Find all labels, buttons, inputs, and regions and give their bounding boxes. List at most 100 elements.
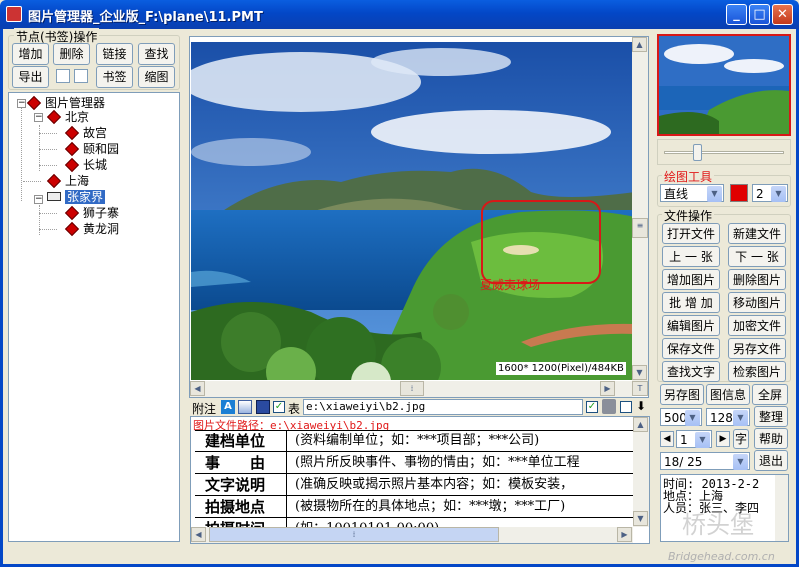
bookmark-tree[interactable]: − − − 图片管理器 北京 故宫 颐和园 长城 上海 张家界 狮子寨 黄龙洞 <box>8 92 180 542</box>
hscroll-thumb[interactable]: ⁞ <box>209 527 499 542</box>
find-node-button[interactable]: 查找 <box>138 43 175 65</box>
node-icon <box>64 141 80 157</box>
node-icon <box>26 95 42 111</box>
scroll-left-icon[interactable]: ◀ <box>190 381 205 396</box>
node-icon <box>46 173 62 189</box>
add-node-button[interactable]: 增加 <box>12 43 49 65</box>
move-image-button[interactable]: 移动图片 <box>728 292 786 313</box>
image-info-button[interactable]: 图信息 <box>706 384 750 405</box>
batch-add-button[interactable]: 批 增 加 <box>662 292 720 313</box>
delete-node-button[interactable]: 删除 <box>53 43 90 65</box>
new-file-button[interactable]: 新建文件 <box>728 223 786 244</box>
chevron-down-icon: ▼ <box>733 410 748 426</box>
font-icon[interactable]: A <box>221 400 235 414</box>
tree-item-zhangjiajie[interactable]: 张家界 <box>47 189 106 205</box>
thumbnail-preview[interactable] <box>657 34 791 136</box>
encrypt-file-button[interactable]: 加密文件 <box>728 315 786 336</box>
scroll-left-icon[interactable]: ◀ <box>191 527 206 542</box>
tree-item-shizizhai[interactable]: 狮子寨 <box>64 205 119 221</box>
search-image-button[interactable]: 检索图片 <box>728 361 786 382</box>
thumbnail-image <box>659 36 789 134</box>
node-icon <box>64 157 80 173</box>
tree-item-beijing[interactable]: 北京 <box>46 109 89 125</box>
height-select[interactable]: 1280 ▼ <box>706 408 750 426</box>
scroll-up-icon[interactable]: ▲ <box>633 417 648 432</box>
edit-image-button[interactable]: 编辑图片 <box>662 315 720 336</box>
scroll-down-icon[interactable]: ▼ <box>632 365 647 380</box>
tree-item-yiheyuan[interactable]: 颐和园 <box>64 141 119 157</box>
close-button[interactable]: ✕ <box>772 4 793 25</box>
watermark-cn: 桥头堡 <box>682 511 754 539</box>
prev-button[interactable]: 上 一 张 <box>662 246 720 267</box>
watermark-en: Bridgehead.com.cn <box>668 550 775 563</box>
scroll-right-icon[interactable]: ▶ <box>600 381 615 396</box>
record-row[interactable]: 建档单位 (资料编制单位；如：***项目部；***公司) <box>195 430 633 452</box>
extra-checkbox[interactable] <box>620 401 632 413</box>
counter-select[interactable]: 18/ 25 ▼ <box>660 452 750 470</box>
exit-button[interactable]: 退出 <box>754 450 788 471</box>
format-icon[interactable] <box>238 400 252 414</box>
node-icon <box>64 205 80 221</box>
collapse-beijing-icon[interactable]: − <box>34 113 43 122</box>
help-button[interactable]: 帮助 <box>754 428 788 449</box>
checkbox-2[interactable] <box>74 69 88 83</box>
open-file-button[interactable]: 打开文件 <box>662 223 720 244</box>
record-hscroll[interactable]: ◀ ⁞ ▶ <box>191 527 633 543</box>
scroll-right-icon[interactable]: ▶ <box>617 527 632 542</box>
tree-item-huanglongdong[interactable]: 黄龙洞 <box>64 221 119 237</box>
width-select[interactable]: 500 ▼ <box>660 408 702 426</box>
open-book-icon <box>47 192 61 201</box>
tree-item-gugong[interactable]: 故宫 <box>64 125 107 141</box>
page-select[interactable]: 1 ▼ <box>676 430 712 448</box>
table-checkbox[interactable]: ✓ <box>273 401 285 413</box>
minimize-button[interactable]: _ <box>726 4 747 25</box>
scroll-thumb[interactable]: ≡ <box>632 218 648 238</box>
maximize-button[interactable]: □ <box>749 4 770 25</box>
zoom-slider-thumb[interactable] <box>693 144 702 161</box>
window-title: 图片管理器_企业版_F:\plane\11.PMT <box>28 10 263 25</box>
collapse-root-icon[interactable]: − <box>17 99 26 108</box>
scroll-up-icon[interactable]: ▲ <box>632 37 647 52</box>
add-image-button[interactable]: 增加图片 <box>662 269 720 290</box>
record-row[interactable]: 事 由 (照片所反映事件、事物的情由；如：***单位工程 <box>195 452 633 474</box>
record-vscroll[interactable]: ▲ ▼ <box>633 417 649 527</box>
image-viewer[interactable]: 夏威夷球场 1600* 1200(Pixel)/484KB ▲ ≡ ▼ ◀ ⁞ … <box>189 36 649 398</box>
notes-vscroll[interactable] <box>775 475 788 541</box>
color-swatch[interactable] <box>730 184 748 202</box>
fullscreen-button[interactable]: 全屏 <box>752 384 788 405</box>
save-as-file-button[interactable]: 另存文件 <box>728 338 786 359</box>
trash-icon[interactable] <box>602 399 616 414</box>
record-row[interactable]: 文字说明 (准确反映或揭示照片基本内容；如：模板安装， <box>195 474 633 496</box>
export-button[interactable]: 导出 <box>12 66 49 88</box>
scroll-down-icon[interactable]: ▼ <box>633 511 648 526</box>
node-icon <box>64 221 80 237</box>
next-page-icon[interactable]: ▶ <box>716 431 730 447</box>
hscroll-thumb[interactable]: ⁞ <box>400 381 424 396</box>
prev-page-icon[interactable]: ◀ <box>660 431 674 447</box>
record-row[interactable]: 拍摄地点 (被摄物所在的具体地点；如：***墩；***工厂) <box>195 496 633 518</box>
collapse-zhangjiajie-icon[interactable]: − <box>34 195 43 204</box>
path-field[interactable]: e:\xiaweiyi\b2.jpg <box>303 399 583 415</box>
image-hscroll[interactable]: ◀ ⁞ ▶ <box>190 381 632 397</box>
save-disk-icon[interactable] <box>256 400 270 414</box>
link-node-button[interactable]: 链接 <box>96 43 133 65</box>
line-width-select[interactable]: 2 ▼ <box>752 184 788 202</box>
tree-item-changcheng[interactable]: 长城 <box>64 157 107 173</box>
char-button[interactable]: 字 <box>733 429 749 449</box>
text-tool-icon[interactable]: T <box>632 381 648 396</box>
save-file-button[interactable]: 保存文件 <box>662 338 720 359</box>
bookmark-button[interactable]: 书签 <box>96 66 133 88</box>
checkbox-1[interactable] <box>56 69 70 83</box>
zoom-slider[interactable] <box>657 139 791 165</box>
delete-image-button[interactable]: 删除图片 <box>728 269 786 290</box>
save-image-button[interactable]: 另存图 <box>660 384 704 405</box>
arrange-button[interactable]: 整理 <box>754 406 788 427</box>
path-checkbox[interactable]: ✓ <box>586 401 598 413</box>
thumbnail-button[interactable]: 缩图 <box>138 66 175 88</box>
next-button[interactable]: 下 一 张 <box>728 246 786 267</box>
image-vscroll[interactable]: ▲ ≡ ▼ <box>632 37 648 381</box>
down-arrow-icon[interactable]: ⬇ <box>636 399 648 414</box>
shape-select[interactable]: 直线 ▼ <box>660 184 724 202</box>
find-text-button[interactable]: 查找文字 <box>662 361 720 382</box>
tree-item-shanghai[interactable]: 上海 <box>46 173 89 189</box>
